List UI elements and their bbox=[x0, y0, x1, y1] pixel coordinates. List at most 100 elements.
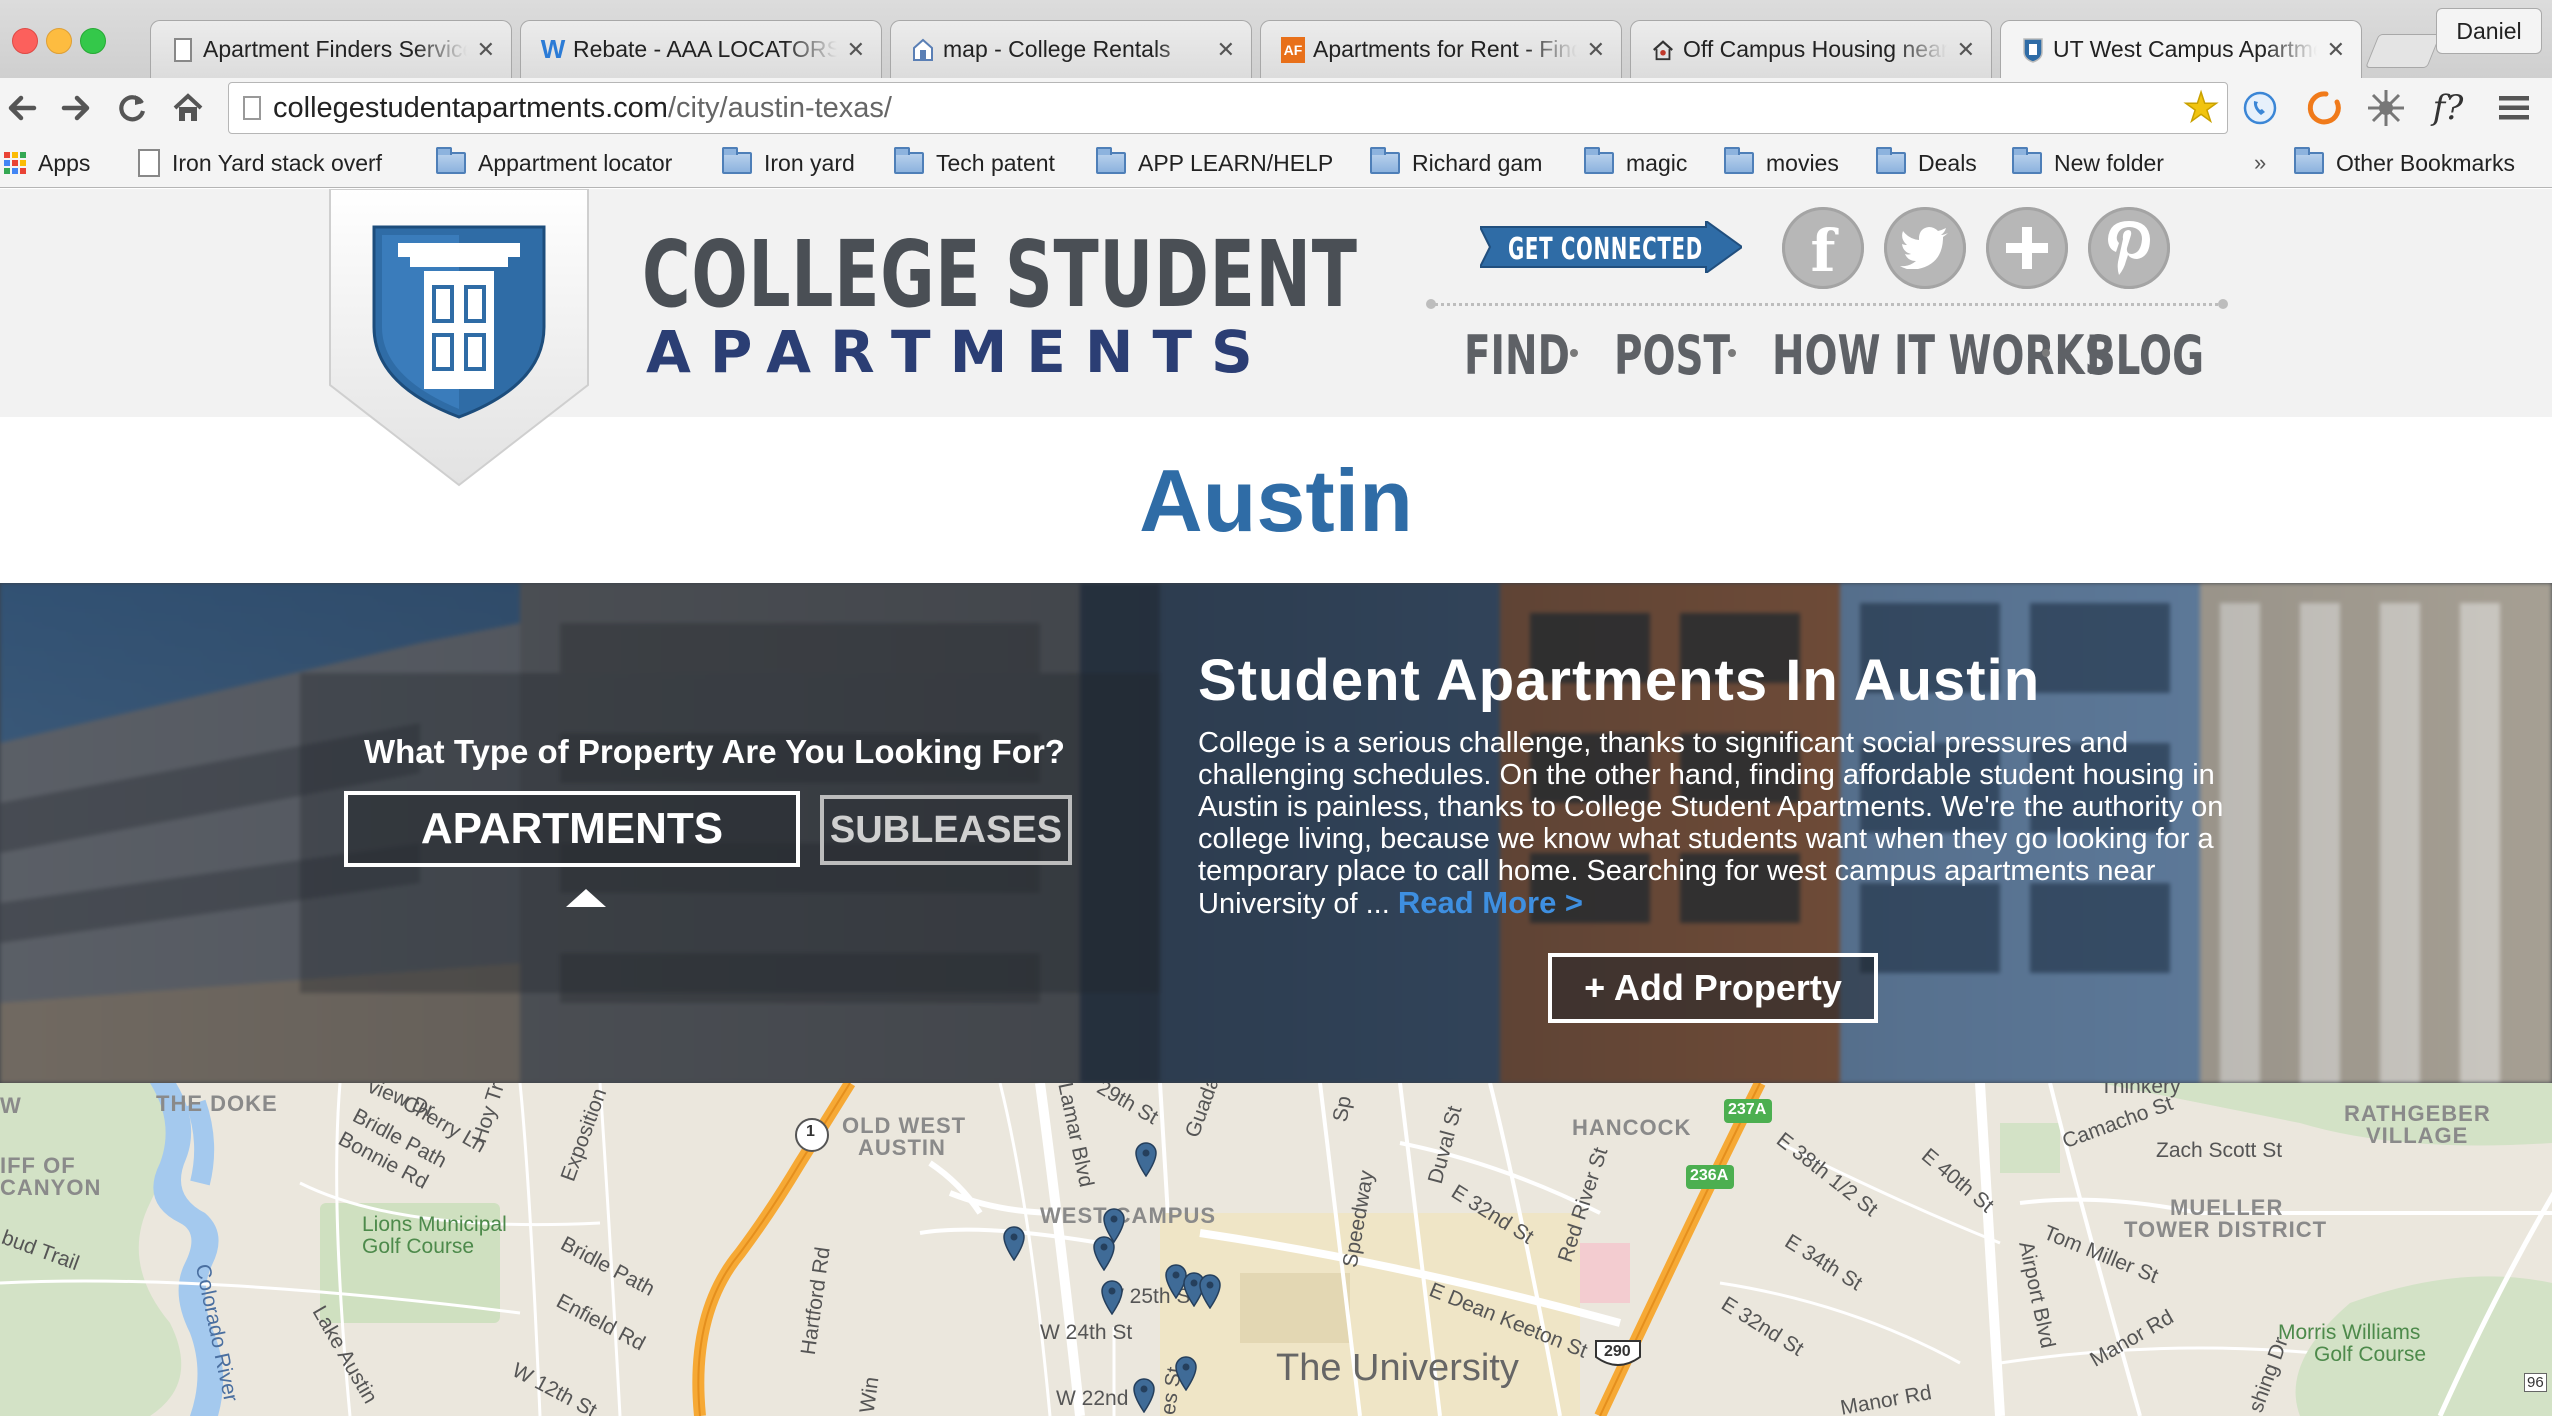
bookmark-label: Apps bbox=[38, 149, 91, 176]
close-tab-icon[interactable]: ✕ bbox=[1957, 37, 1975, 63]
map-label-university: The University bbox=[1276, 1347, 1519, 1389]
pinterest-icon[interactable] bbox=[2088, 207, 2170, 289]
bookmark-folder-movies[interactable]: movies bbox=[1724, 146, 1839, 180]
bookmark-other-bookmarks[interactable]: Other Bookmarks bbox=[2294, 146, 2515, 180]
close-tab-icon[interactable]: ✕ bbox=[847, 37, 865, 63]
bookmark-folder-app-learn[interactable]: APP LEARN/HELP bbox=[1096, 146, 1333, 180]
minimize-window-button[interactable] bbox=[46, 28, 72, 54]
address-bar[interactable]: collegestudentapartments.com/city/austin… bbox=[228, 82, 2228, 134]
folder-icon bbox=[2294, 147, 2324, 174]
profile-button[interactable]: Daniel bbox=[2436, 8, 2542, 54]
tab-title: Apartments for Rent - Find bbox=[1313, 36, 1577, 62]
browser-tab-rebate[interactable]: W Rebate - AAA LOCATORS ✕ bbox=[520, 20, 882, 78]
bookmark-star-icon[interactable]: ★ bbox=[2182, 87, 2219, 129]
close-tab-icon[interactable]: ✕ bbox=[477, 37, 495, 63]
close-tab-icon[interactable]: ✕ bbox=[2327, 37, 2345, 63]
bookmark-label: Iron Yard stack overf bbox=[172, 149, 383, 176]
map-label-canyon2: CANYON bbox=[0, 1175, 102, 1200]
close-tab-icon[interactable]: ✕ bbox=[1217, 37, 1235, 63]
add-property-button[interactable]: + Add Property bbox=[1548, 953, 1878, 1023]
map-street: Thinkery bbox=[2100, 1083, 2181, 1098]
nav-post[interactable]: POST bbox=[1614, 329, 1730, 383]
browser-tab-off-campus-housing[interactable]: Off Campus Housing near ✕ bbox=[1630, 20, 1992, 78]
hero-description: College is a serious challenge, thanks t… bbox=[1198, 727, 2230, 920]
bookmarks-overflow-chevron-icon[interactable]: » bbox=[2254, 146, 2266, 180]
phone-extension-icon[interactable] bbox=[2236, 84, 2284, 132]
browser-tab-college-rentals[interactable]: map - College Rentals ✕ bbox=[890, 20, 1252, 78]
map-pin-icon[interactable] bbox=[1132, 1377, 1156, 1413]
google-plus-icon[interactable] bbox=[1986, 207, 2068, 289]
twitter-icon[interactable] bbox=[1884, 207, 1966, 289]
map-pin-icon[interactable] bbox=[1100, 1279, 1124, 1315]
bookmark-folder-richard-gam[interactable]: Richard gam bbox=[1370, 146, 1542, 180]
map-pin-icon[interactable] bbox=[1174, 1355, 1198, 1391]
forward-icon[interactable] bbox=[54, 86, 98, 130]
close-window-button[interactable] bbox=[12, 28, 38, 54]
shield-icon bbox=[2021, 37, 2045, 63]
house-icon bbox=[911, 37, 935, 63]
bookmark-folder-new-folder[interactable]: New folder bbox=[2012, 146, 2164, 180]
folder-icon bbox=[1876, 147, 1906, 174]
bookmark-label: Richard gam bbox=[1412, 149, 1543, 176]
map-label-morris-golf2: Golf Course bbox=[2314, 1343, 2427, 1366]
back-icon[interactable] bbox=[0, 86, 44, 130]
bookmark-label: magic bbox=[1626, 149, 1688, 176]
folder-icon bbox=[722, 147, 752, 174]
bookmark-folder-tech-patent[interactable]: Tech patent bbox=[894, 146, 1055, 180]
nav-divider bbox=[1426, 299, 2228, 309]
apartments-option-button[interactable]: APARTMENTS bbox=[344, 791, 800, 867]
bookmark-label: movies bbox=[1766, 149, 1839, 176]
highway-shield-1: 1 bbox=[806, 1123, 815, 1140]
site-brand-line1[interactable]: COLLEGE STUDENT bbox=[642, 229, 1358, 321]
bookmark-iron-yard-stack[interactable]: Iron Yard stack overf bbox=[138, 146, 406, 180]
read-more-link[interactable]: Read More > bbox=[1398, 885, 1583, 920]
bookmark-folder-iron-yard[interactable]: Iron yard bbox=[722, 146, 855, 180]
orange-ring-extension-icon[interactable] bbox=[2300, 84, 2348, 132]
bookmark-label: Deals bbox=[1918, 149, 1977, 176]
bookmark-folder-magic[interactable]: magic bbox=[1584, 146, 1687, 180]
af-logo-icon: AF bbox=[1281, 36, 1305, 63]
site-logo-shield-icon[interactable] bbox=[326, 189, 592, 489]
close-tab-icon[interactable]: ✕ bbox=[1587, 37, 1605, 63]
subleases-option-button[interactable]: SUBLEASES bbox=[820, 795, 1072, 865]
bug-extension-icon[interactable] bbox=[2362, 84, 2410, 132]
map-label-rathgeber2: VILLAGE bbox=[2366, 1123, 2469, 1148]
reload-icon[interactable] bbox=[110, 86, 154, 130]
folder-icon bbox=[2012, 147, 2042, 174]
map-label-lions-golf1: Lions Municipal bbox=[362, 1213, 507, 1236]
new-tab-button[interactable] bbox=[2365, 34, 2441, 68]
highway-shield-290: 290 bbox=[1604, 1343, 1631, 1360]
hero-description-text: College is a serious challenge, thanks t… bbox=[1198, 727, 2224, 920]
url-path: /city/austin-texas/ bbox=[667, 91, 892, 124]
site-brand-line2[interactable]: APARTMENTS bbox=[646, 323, 1272, 381]
map-pin-icon[interactable] bbox=[1092, 1235, 1116, 1271]
browser-tab-ut-west-campus[interactable]: UT West Campus Apartments ✕ bbox=[2000, 20, 2362, 78]
folder-icon bbox=[894, 147, 924, 174]
map-pin-icon[interactable] bbox=[1198, 1273, 1222, 1309]
nav-separator-dot bbox=[2042, 349, 2050, 357]
nav-blog[interactable]: BLOG bbox=[2086, 329, 2204, 383]
map-pin-icon[interactable] bbox=[1002, 1225, 1026, 1261]
nav-separator-dot bbox=[1728, 349, 1736, 357]
folder-icon bbox=[436, 147, 466, 174]
web-page: COLLEGE STUDENT APARTMENTS GET CONNECTED… bbox=[0, 189, 2552, 1416]
map-label-lions-golf2: Golf Course bbox=[362, 1235, 475, 1258]
facebook-icon[interactable]: f bbox=[1782, 207, 1864, 289]
home-icon[interactable] bbox=[166, 86, 210, 130]
nav-how-it-works[interactable]: HOW IT WORKS bbox=[1772, 329, 2113, 383]
browser-tab-apartment-finders[interactable]: Apartment Finders Service ✕ bbox=[150, 20, 512, 78]
bookmark-folder-deals[interactable]: Deals bbox=[1876, 146, 1977, 180]
bookmark-label: Iron yard bbox=[764, 149, 855, 176]
font-extension-icon[interactable]: f? bbox=[2424, 84, 2472, 132]
page-icon bbox=[138, 149, 160, 177]
bookmark-folder-appartment-locator[interactable]: Appartment locator bbox=[436, 146, 672, 180]
property-type-question: What Type of Property Are You Looking Fo… bbox=[364, 733, 1065, 770]
zoom-window-button[interactable] bbox=[80, 28, 106, 54]
map-pin-icon[interactable] bbox=[1134, 1141, 1158, 1177]
nav-find[interactable]: FIND bbox=[1464, 329, 1570, 383]
bookmark-apps[interactable]: Apps bbox=[4, 146, 90, 180]
city-map[interactable]: THE DOKE IFF OF CANYON W OLD WEST AUSTIN… bbox=[0, 1083, 2552, 1416]
menu-icon[interactable] bbox=[2490, 84, 2538, 132]
tab-title: map - College Rentals bbox=[943, 36, 1171, 62]
browser-tab-apartments-for-rent[interactable]: AF Apartments for Rent - Find ✕ bbox=[1260, 20, 1622, 78]
